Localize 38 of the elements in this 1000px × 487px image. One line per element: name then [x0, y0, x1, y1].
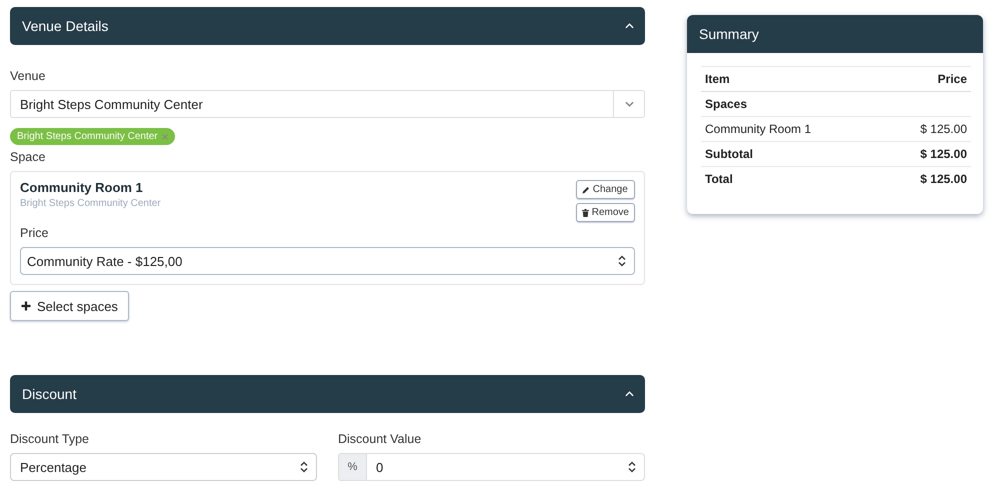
- plus-icon: [21, 301, 31, 311]
- close-icon: [162, 134, 168, 140]
- field-label: Space: [10, 150, 46, 164]
- field-label: Discount Value: [338, 432, 422, 446]
- column-header: Price: [938, 72, 967, 86]
- field-label: Venue: [10, 69, 46, 83]
- chevron-down-icon: [624, 101, 634, 107]
- up-down-arrows-icon: [618, 255, 626, 267]
- percent-addon: %: [338, 453, 366, 481]
- table-cell: Spaces: [705, 97, 748, 111]
- column-header: Item: [705, 72, 730, 86]
- table-cell: Total: [705, 172, 733, 186]
- pencil-icon: [582, 186, 590, 194]
- venue-select[interactable]: Bright Steps Community Center: [10, 90, 645, 118]
- space-name: Community Room 1: [20, 180, 144, 195]
- change-button[interactable]: Change: [576, 180, 635, 199]
- remove-button[interactable]: Remove: [576, 203, 635, 222]
- trash-icon: [582, 208, 589, 216]
- panel-title: Summary: [687, 15, 983, 53]
- venue-name: Bright Steps Community Center: [20, 198, 161, 209]
- discount-value-field[interactable]: 0: [366, 453, 645, 481]
- table-cell: Subtotal: [705, 147, 753, 161]
- section-title: Discount: [22, 386, 76, 402]
- table-cell: $ 125.00: [920, 172, 967, 186]
- price-select[interactable]: Community Rate - $125,00: [20, 247, 635, 275]
- table-cell: Community Room 1: [705, 122, 812, 136]
- section-header[interactable]: Venue Details: [10, 7, 645, 45]
- field-label: Price: [20, 226, 50, 240]
- discount-type-select[interactable]: Percentage: [10, 453, 317, 481]
- up-down-arrows-icon: [628, 461, 636, 473]
- table-cell: $ 125.00: [920, 122, 967, 136]
- table-cell: $ 125.00: [920, 147, 967, 161]
- section-title: Venue Details: [22, 18, 108, 34]
- up-down-arrows-icon: [300, 461, 308, 473]
- section-header[interactable]: Discount: [10, 375, 645, 413]
- field-label: Discount Type: [10, 432, 90, 446]
- tag-label: Bright Steps Community Center: [17, 131, 158, 142]
- select-spaces-button[interactable]: Select spaces: [10, 291, 129, 321]
